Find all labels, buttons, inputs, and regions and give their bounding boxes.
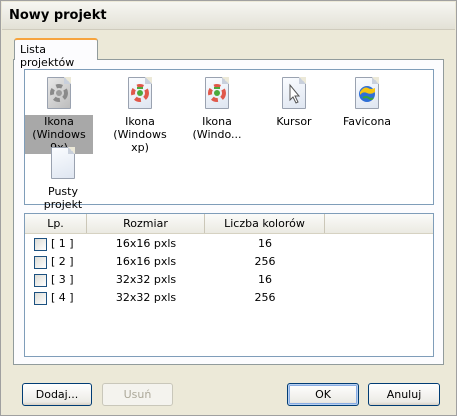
project-type-cursor[interactable]: Kursor bbox=[260, 76, 328, 128]
project-type-label: Kursor bbox=[276, 115, 312, 128]
icon-file-icon bbox=[124, 76, 156, 112]
table-row[interactable]: [ 1 ] 16x16 pxls 16 bbox=[25, 236, 433, 253]
cursor-file-icon bbox=[278, 76, 310, 112]
row-size: 16x16 pxls bbox=[115, 255, 177, 268]
table-row[interactable]: [ 2 ] 16x16 pxls 256 bbox=[25, 254, 433, 271]
row-checkbox[interactable] bbox=[34, 256, 47, 269]
new-project-dialog: Nowy projekt Lista projektów Ikona (Wind… bbox=[0, 0, 457, 416]
favicon-file-icon bbox=[351, 76, 383, 112]
project-type-icon-winxp[interactable]: Ikona (Windows xp) bbox=[106, 76, 174, 154]
project-type-label: Pusty projekt bbox=[43, 185, 83, 211]
table-row[interactable]: [ 3 ] 32x32 pxls 16 bbox=[25, 272, 433, 289]
tab-project-list[interactable]: Lista projektów bbox=[14, 38, 98, 69]
ok-button[interactable]: OK bbox=[287, 383, 359, 406]
row-size: 32x32 pxls bbox=[115, 291, 177, 304]
project-type-label: Favicona bbox=[342, 115, 392, 128]
title-bar[interactable]: Nowy projekt bbox=[2, 2, 455, 30]
icon-file-icon bbox=[201, 76, 233, 112]
formats-list: Lp. Rozmiar Liczba kolorów [ 1 ] 16x16 p… bbox=[24, 213, 434, 357]
row-checkbox[interactable] bbox=[34, 238, 47, 251]
row-checkbox[interactable] bbox=[34, 274, 47, 287]
tab-label: Lista projektów bbox=[20, 43, 75, 69]
list-header: Lp. Rozmiar Liczba kolorów bbox=[25, 214, 433, 234]
row-lp: [ 2 ] bbox=[51, 255, 74, 268]
row-lp: [ 1 ] bbox=[51, 237, 74, 250]
row-lp: [ 4 ] bbox=[51, 291, 74, 304]
column-header-size[interactable]: Rozmiar bbox=[87, 214, 205, 233]
column-header-lp[interactable]: Lp. bbox=[25, 214, 87, 233]
remove-button[interactable]: Usuń bbox=[102, 383, 173, 406]
row-colors: 256 bbox=[254, 255, 276, 268]
column-header-colors[interactable]: Liczba kolorów bbox=[205, 214, 325, 233]
cancel-button[interactable]: Anuluj bbox=[368, 383, 440, 406]
row-size: 16x16 pxls bbox=[115, 237, 177, 250]
row-lp: [ 3 ] bbox=[51, 273, 74, 286]
project-types-view: Ikona (Windows 9x) Ikona (Windows xp) bbox=[24, 69, 434, 211]
table-row[interactable]: [ 4 ] 32x32 pxls 256 bbox=[25, 290, 433, 307]
row-colors: 256 bbox=[254, 291, 276, 304]
row-colors: 16 bbox=[258, 273, 272, 286]
column-header-filler bbox=[325, 214, 433, 233]
project-type-favicon[interactable]: Favicona bbox=[333, 76, 401, 128]
blank-document-icon bbox=[47, 146, 79, 182]
project-type-label: Ikona (Windows xp) bbox=[113, 115, 167, 154]
project-type-icon-win9x[interactable]: Ikona (Windows 9x) bbox=[25, 76, 93, 154]
window-title: Nowy projekt bbox=[9, 8, 107, 23]
add-button[interactable]: Dodaj... bbox=[22, 383, 92, 406]
row-colors: 16 bbox=[258, 237, 272, 250]
row-size: 32x32 pxls bbox=[115, 273, 177, 286]
project-type-blank[interactable]: Pusty projekt bbox=[29, 146, 97, 211]
project-type-label: Ikona (Windo... bbox=[192, 115, 242, 141]
icon-file-icon bbox=[43, 76, 75, 112]
project-type-icon-win[interactable]: Ikona (Windo... bbox=[183, 76, 251, 141]
row-checkbox[interactable] bbox=[34, 292, 47, 305]
